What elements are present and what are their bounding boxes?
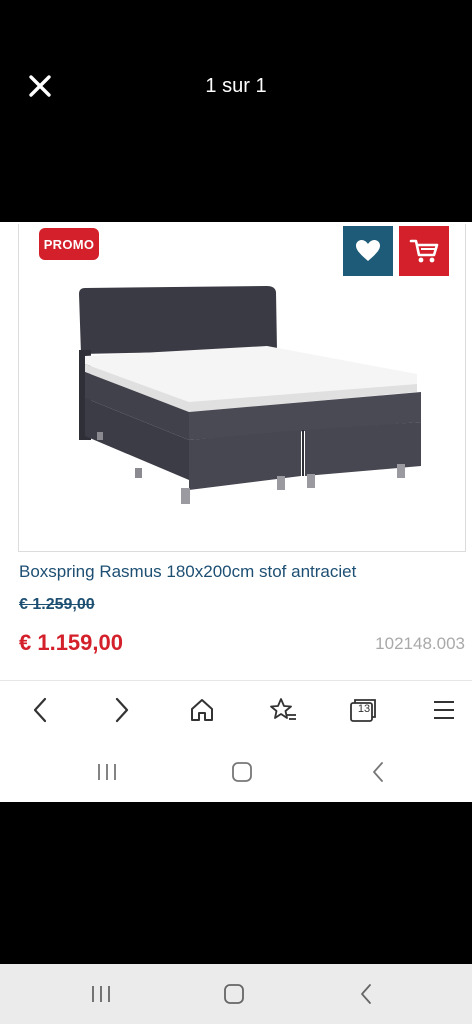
chevron-left-icon xyxy=(373,762,383,782)
new-price: € 1.159,00 xyxy=(19,630,123,655)
home-button[interactable] xyxy=(180,688,224,732)
recent-apps-button[interactable] xyxy=(85,750,129,794)
outer-system-nav xyxy=(0,964,472,1024)
tab-count: 13 xyxy=(357,703,371,715)
promo-badge: PROMO xyxy=(39,228,99,260)
heart-icon xyxy=(356,240,380,261)
add-to-cart-button[interactable] xyxy=(399,226,449,276)
viewer-header: 1 sur 1 xyxy=(0,0,472,222)
cart-icon xyxy=(409,239,439,263)
home-square-icon xyxy=(232,762,252,782)
bookmark-button[interactable] xyxy=(261,688,305,732)
forward-button[interactable] xyxy=(100,688,144,732)
product-title[interactable]: Boxspring Rasmus 180x200cm stof antracie… xyxy=(19,562,356,582)
recent-apps-icon xyxy=(98,764,116,780)
back-button[interactable] xyxy=(18,688,62,732)
tabs-button[interactable]: 13 xyxy=(341,688,385,732)
divider xyxy=(0,680,472,681)
boxspring-bed-image xyxy=(79,286,421,504)
outer-back-button[interactable] xyxy=(344,972,388,1016)
page-counter: 1 sur 1 xyxy=(205,75,267,97)
back-icon xyxy=(33,697,47,723)
screenshot-content: PROMO Boxspring Rasmus 180x200cm stof an… xyxy=(0,222,472,802)
home-icon xyxy=(191,699,213,721)
outer-home-button[interactable] xyxy=(212,972,256,1016)
product-card[interactable]: PROMO xyxy=(18,224,466,552)
recent-apps-icon xyxy=(92,986,110,1002)
product-sku: 102148.003 xyxy=(375,634,465,653)
outer-recent-apps-button[interactable] xyxy=(79,972,123,1016)
home-square-icon xyxy=(224,984,244,1004)
old-price: € 1.259,00 xyxy=(19,596,95,613)
menu-icon xyxy=(434,701,454,719)
menu-button[interactable] xyxy=(422,688,466,732)
bookmark-star-icon xyxy=(270,698,296,720)
home-system-button[interactable] xyxy=(220,750,264,794)
browser-toolbar: 13 xyxy=(0,688,472,734)
inner-system-nav xyxy=(0,750,472,794)
back-system-button[interactable] xyxy=(356,750,400,794)
chevron-left-icon xyxy=(361,984,371,1004)
wishlist-button[interactable] xyxy=(343,226,393,276)
forward-icon xyxy=(115,697,129,723)
